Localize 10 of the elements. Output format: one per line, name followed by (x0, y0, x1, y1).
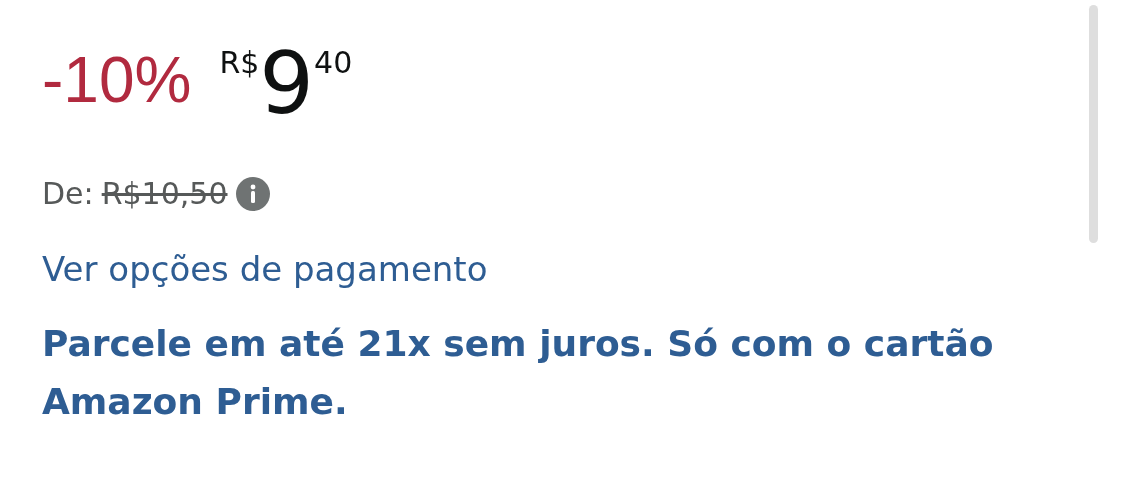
price-fraction: 40 (314, 48, 353, 78)
info-icon[interactable] (235, 176, 270, 211)
scrollbar[interactable] (1089, 5, 1098, 243)
installments-text: Parcele em até 21x sem juros. Só com o cartão Amazon Prime. (42, 322, 995, 424)
payment-options-link[interactable]: Ver opções de pagamento (42, 249, 488, 289)
price-whole: 9 (259, 40, 315, 126)
currency-symbol: R$ (219, 48, 260, 78)
list-price-label: De: (42, 176, 94, 211)
discount-percentage: -10% (42, 48, 192, 112)
list-price: R$10,50 (101, 176, 228, 211)
